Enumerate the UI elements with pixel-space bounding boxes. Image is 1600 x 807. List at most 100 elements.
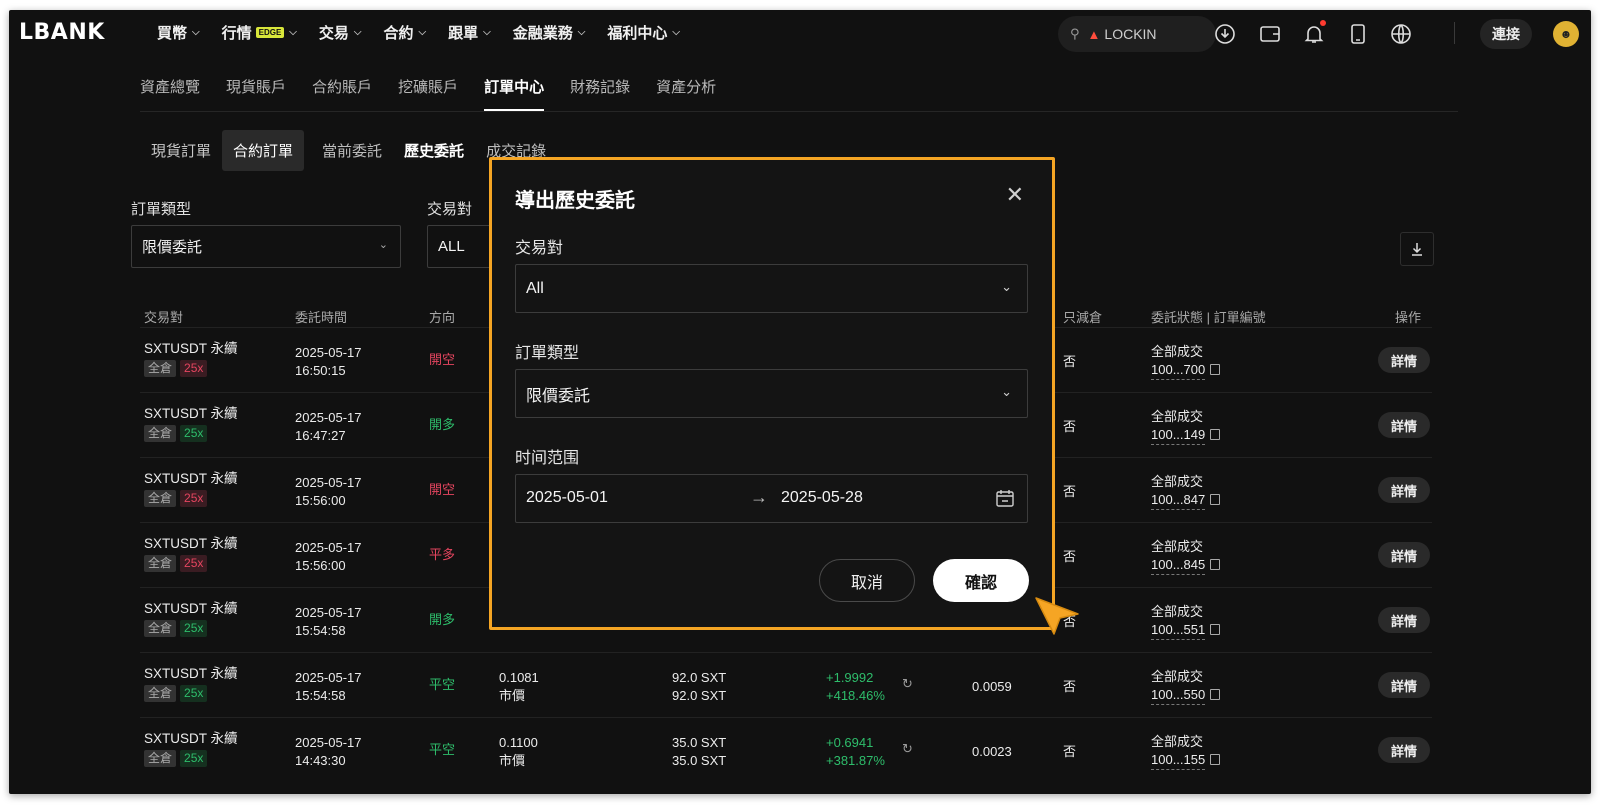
fire-icon: ▲ (1087, 26, 1101, 42)
menu-item-buy-crypto[interactable]: 買幣 ⌵ (157, 22, 200, 43)
details-button[interactable]: 詳情 (1378, 347, 1430, 373)
notification-dot (1320, 20, 1326, 26)
details-button[interactable]: 詳情 (1378, 607, 1430, 633)
pair-name[interactable]: SXTUSDT 永續 (144, 470, 238, 488)
status-cell: 全部成交 100...149 (1151, 408, 1221, 445)
pair-cell: SXTUSDT 永續 全倉 25x (144, 600, 238, 637)
reduce-only-cell: 否 (1063, 549, 1077, 564)
share-icon[interactable]: ↻ (902, 741, 913, 757)
chevron-down-icon: ⌵ (577, 27, 586, 38)
menu-item-futures[interactable]: 合約 ⌵ (384, 22, 427, 43)
chevron-down-icon: ⌄ (378, 239, 388, 251)
bell-icon[interactable] (1302, 20, 1326, 46)
order-type-select[interactable]: 限價委託 ⌄ (131, 225, 401, 268)
connect-button[interactable]: 連接 (1480, 19, 1532, 49)
col-header-action: 操作 (1395, 310, 1422, 325)
pair-name[interactable]: SXTUSDT 永續 (144, 665, 238, 683)
status-text: 全部成交 (1151, 539, 1204, 554)
tab-asset-overview[interactable]: 資產總覽 (140, 76, 200, 111)
search-input[interactable]: ⚲ ▲ LOCKIN (1058, 16, 1216, 52)
export-download-button[interactable] (1400, 232, 1434, 266)
share-icon[interactable]: ↻ (902, 676, 913, 692)
menu-item-rewards[interactable]: 福利中心 ⌵ (607, 22, 680, 43)
pair-label: 交易對 (427, 201, 473, 218)
calendar-icon[interactable] (995, 488, 1015, 508)
tab-futures-account[interactable]: 合約賬戶 (312, 76, 372, 111)
details-button[interactable]: 詳情 (1378, 672, 1430, 698)
date-to[interactable]: 2025-05-28 (781, 489, 863, 507)
status-cell: 全部成交 100...155 (1151, 733, 1221, 770)
download-icon[interactable] (1213, 22, 1237, 46)
reduce-only-cell: 否 (1063, 484, 1077, 499)
confirm-button[interactable]: 確認 (933, 559, 1029, 602)
margin-mode-tag: 全倉 (144, 620, 177, 637)
avatar[interactable]: ☻ (1553, 21, 1579, 47)
chevron-down-icon: ⌵ (289, 27, 297, 38)
fee-cell: 0.0023 (972, 744, 1012, 759)
direction-cell: 平多 (429, 547, 456, 562)
globe-icon[interactable] (1389, 22, 1413, 46)
status-text: 全部成交 (1151, 344, 1204, 359)
copy-icon[interactable] (1210, 559, 1221, 570)
date-range-picker[interactable]: 2025-05-01 → 2025-05-28 (515, 474, 1028, 523)
menu-item-copy-trading[interactable]: 跟單 ⌵ (448, 22, 491, 43)
copy-icon[interactable] (1210, 624, 1221, 635)
order-type-select[interactable]: 限價委託 ⌄ (515, 369, 1028, 418)
pair-name[interactable]: SXTUSDT 永續 (144, 600, 238, 618)
tab-mining-account[interactable]: 挖礦賬戶 (398, 76, 458, 111)
tab-order-history[interactable]: 歷史委託 (404, 140, 464, 161)
tab-financial-records[interactable]: 財務記錄 (570, 76, 630, 111)
direction-cell: 平空 (429, 742, 456, 757)
pair-name[interactable]: SXTUSDT 永續 (144, 730, 238, 748)
edge-badge: EDGE (255, 27, 285, 38)
details-button[interactable]: 詳情 (1378, 412, 1430, 438)
order-id: 100...700 (1151, 361, 1206, 380)
chevron-down-icon: ⌵ (672, 27, 680, 38)
tab-order-center[interactable]: 訂單中心 (484, 76, 545, 111)
pair-name[interactable]: SXTUSDT 永續 (144, 340, 238, 358)
pair-name[interactable]: SXTUSDT 永續 (144, 535, 238, 553)
pair-cell: SXTUSDT 永續 全倉 25x (144, 730, 238, 767)
cancel-button[interactable]: 取消 (819, 559, 915, 602)
pair-cell: SXTUSDT 永續 全倉 25x (144, 405, 238, 442)
copy-icon[interactable] (1210, 364, 1221, 375)
copy-icon[interactable] (1210, 689, 1221, 700)
tab-spot-orders[interactable]: 現貨訂單 (140, 130, 222, 171)
menu-item-markets[interactable]: 行情 EDGE ⌵ (222, 22, 297, 43)
tab-spot-account[interactable]: 現貨賬戶 (226, 76, 286, 111)
table-row: SXTUSDT 永續 全倉 25x 2025-05-17 15:54:58 平空… (140, 652, 1432, 717)
margin-mode-tag: 全倉 (144, 425, 177, 442)
pair-name[interactable]: SXTUSDT 永續 (144, 405, 238, 423)
search-icon: ⚲ (1070, 26, 1080, 41)
phone-icon[interactable] (1346, 22, 1370, 46)
pair-select[interactable]: All ⌄ (515, 264, 1028, 313)
pair-cell: SXTUSDT 永續 全倉 25x (144, 535, 238, 572)
pair-cell: SXTUSDT 永續 全倉 25x (144, 470, 238, 507)
leverage-tag: 25x (180, 425, 208, 442)
tab-open-orders[interactable]: 當前委託 (322, 140, 382, 161)
copy-icon[interactable] (1210, 754, 1221, 765)
pair-select[interactable]: ALL (427, 225, 497, 268)
details-button[interactable]: 詳情 (1378, 477, 1430, 503)
tab-futures-orders[interactable]: 合約訂單 (222, 130, 305, 171)
menu-item-finance[interactable]: 金融業務 ⌵ (513, 22, 586, 43)
copy-icon[interactable] (1210, 494, 1221, 505)
chevron-down-icon: ⌵ (353, 27, 362, 38)
arrow-right-icon: → (750, 487, 768, 507)
close-icon[interactable]: ✕ (1006, 184, 1024, 206)
date-from[interactable]: 2025-05-01 (526, 489, 608, 507)
time-cell: 2025-05-17 16:50:15 (295, 345, 362, 378)
order-id: 100...845 (1151, 556, 1206, 575)
lbank-logo[interactable]: LBANK (19, 20, 105, 45)
menu-item-trade[interactable]: 交易 ⌵ (319, 22, 362, 43)
app-window: LBANK 買幣 ⌵ 行情 EDGE ⌵ 交易 ⌵ 合約 ⌵ 跟單 ⌵ 金融業務 ⌵ 福利中心… (9, 10, 1591, 794)
pair-cell: SXTUSDT 永續 全倉 25x (144, 665, 238, 702)
tab-asset-analysis[interactable]: 資產分析 (656, 76, 716, 111)
time-cell: 2025-05-17 15:54:58 (295, 605, 362, 638)
details-button[interactable]: 詳情 (1378, 542, 1430, 568)
pnl-cell: +1.9992 +418.46% (826, 670, 885, 703)
wallet-icon[interactable] (1258, 22, 1282, 46)
details-button[interactable]: 詳情 (1378, 737, 1430, 763)
account-tabs: 資產總覽 現貨賬戶 合約賬戶 挖礦賬戶 訂單中心 財務記錄 資產分析 (140, 76, 742, 111)
copy-icon[interactable] (1210, 429, 1221, 440)
